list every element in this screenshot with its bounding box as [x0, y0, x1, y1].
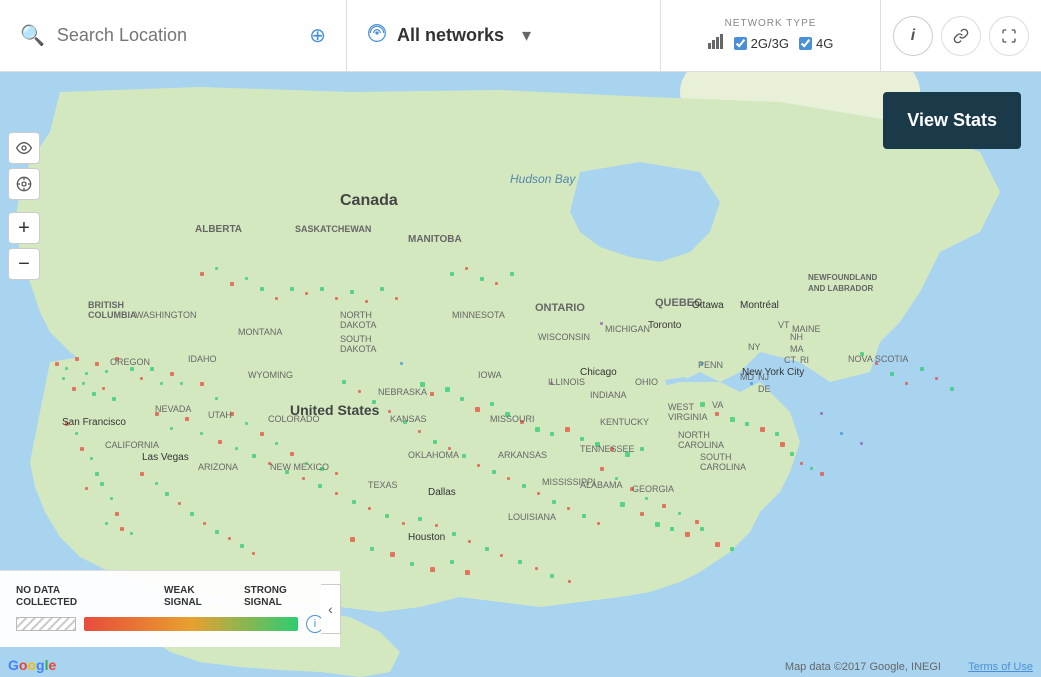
search-input[interactable] — [57, 25, 277, 46]
network-dropdown-arrow[interactable]: ▾ — [522, 25, 531, 46]
map-attribution: Map data ©2017 Google, INEGI — [785, 661, 941, 673]
target-button[interactable] — [8, 168, 40, 200]
checkbox-4g[interactable] — [799, 37, 812, 50]
legend-gradient-bar — [84, 617, 298, 631]
gps-icon[interactable]: ⊕ — [309, 23, 326, 48]
checkbox-2g3g-item[interactable]: 2G/3G — [734, 36, 789, 51]
fullscreen-button[interactable] — [989, 16, 1029, 56]
zoom-out-button[interactable]: − — [8, 248, 40, 280]
view-stats-button[interactable]: View Stats — [883, 92, 1021, 149]
legend-collapse-button[interactable]: ‹ — [321, 584, 341, 634]
network-type-section: NETWORK TYPE 2G/3G 4G — [661, 0, 881, 71]
legend-no-data-bar — [16, 617, 76, 631]
network-type-label: NETWORK TYPE — [725, 18, 817, 29]
map-area[interactable]: Canada United States Hudson Bay ONTARIO … — [0, 72, 1041, 677]
terms-of-use-link[interactable]: Terms of Use — [968, 661, 1033, 673]
legend-labels: NO DATACOLLECTED WEAKSIGNAL STRONGSIGNAL — [16, 585, 324, 609]
checkbox-2g3g-label: 2G/3G — [751, 36, 789, 51]
legend: NO DATACOLLECTED WEAKSIGNAL STRONGSIGNAL… — [0, 570, 340, 647]
search-icon: 🔍 — [20, 23, 45, 48]
zoom-in-button[interactable]: + — [8, 212, 40, 244]
legend-bar-wrap: i — [16, 615, 324, 633]
info-button[interactable]: i — [893, 16, 933, 56]
checkbox-4g-label: 4G — [816, 36, 833, 51]
right-icons: i — [881, 0, 1041, 71]
layer-visibility-button[interactable] — [8, 132, 40, 164]
search-section: 🔍 ⊕ — [0, 0, 347, 71]
legend-strong-signal-label: STRONGSIGNAL — [244, 585, 324, 609]
network-section[interactable]: All networks ▾ — [347, 0, 661, 71]
legend-weak-signal-label: WEAKSIGNAL — [96, 585, 176, 609]
google-logo: Google — [8, 657, 56, 673]
legend-no-data-label: NO DATACOLLECTED — [16, 585, 96, 609]
link-button[interactable] — [941, 16, 981, 56]
map-controls: + − — [8, 132, 40, 280]
top-bar: 🔍 ⊕ All networks ▾ NETWORK TYPE — [0, 0, 1041, 72]
network-icon — [367, 23, 387, 48]
checkbox-2g3g[interactable] — [734, 37, 747, 50]
bottom-bar: Google Map data ©2017 Google, INEGI Term… — [0, 649, 1041, 677]
network-label: All networks — [397, 25, 504, 46]
checkbox-4g-item[interactable]: 4G — [799, 36, 833, 51]
signal-bars-icon — [708, 33, 724, 54]
network-type-checkboxes: 2G/3G 4G — [708, 33, 834, 54]
